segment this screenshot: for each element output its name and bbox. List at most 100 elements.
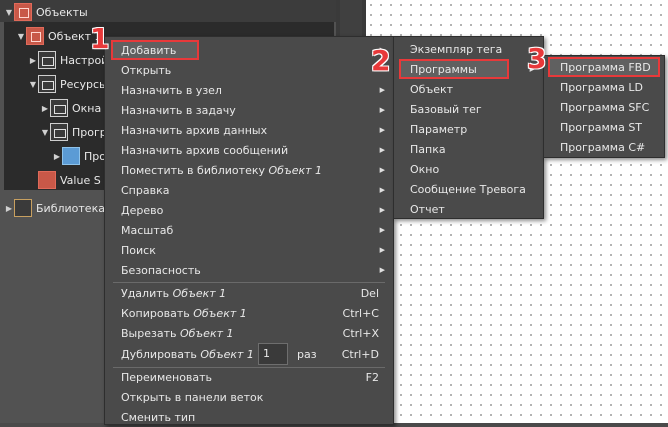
menu-item-program-fbd[interactable]: Программа FBD xyxy=(544,57,664,77)
step-callout-3: 3 xyxy=(527,42,547,75)
tree-node-label: Объекты xyxy=(36,5,88,19)
menu-item-alarm-message[interactable]: Сообщение Тревога xyxy=(394,179,543,199)
menu-item-label: Безопасность xyxy=(121,263,201,277)
menu-item-tree[interactable]: Дерево ▶ xyxy=(105,200,393,220)
menu-item-label: Параметр xyxy=(410,122,468,136)
tree-node-library[interactable]: ▶ Библиотека xyxy=(4,198,105,218)
menu-item-help[interactable]: Справка ▶ xyxy=(105,180,393,200)
menu-item-label: Масштаб xyxy=(121,223,174,237)
menu-item-parameter[interactable]: Параметр xyxy=(394,119,543,139)
menu-item-label: Программы xyxy=(410,62,477,76)
menu-item-label: Вырезать xyxy=(121,326,177,340)
expand-arrow-icon[interactable]: ▼ xyxy=(40,128,50,137)
menu-item-put-to-library[interactable]: Поместить в библиотеку Объект 1 ▶ xyxy=(105,160,393,180)
step-callout-2: 2 xyxy=(371,44,391,77)
menu-item-search[interactable]: Поиск ▶ xyxy=(105,240,393,260)
expand-arrow-icon[interactable]: ▶ xyxy=(28,56,38,65)
tree-node-root[interactable]: ▼ Объекты xyxy=(4,2,88,22)
menu-item-assign-node[interactable]: Назначить в узел ▶ xyxy=(105,80,393,100)
submenu-arrow-icon: ▶ xyxy=(379,186,385,194)
menu-item-object: Объект 1 xyxy=(268,163,323,177)
expand-arrow-icon[interactable]: ▶ xyxy=(52,152,62,161)
programs-submenu: Программа FBD Программа LD Программа SFC… xyxy=(543,55,665,158)
menu-item-label: Дублировать xyxy=(121,347,197,361)
folder-icon xyxy=(38,75,56,93)
menu-item-programs[interactable]: Программы ▶ xyxy=(394,59,543,79)
tree-node-label: Value S xyxy=(60,173,101,187)
menu-item-label: Переименовать xyxy=(121,370,213,384)
folder-icon xyxy=(38,51,56,69)
duplicate-count-suffix: раз xyxy=(297,347,317,361)
menu-item-label: Папка xyxy=(410,142,446,156)
menu-item-shortcut: F2 xyxy=(365,370,379,384)
expand-arrow-icon[interactable]: ▼ xyxy=(28,80,38,89)
context-menu: Добавить ▶ Открыть Назначить в узел ▶ Назн… xyxy=(104,36,394,425)
tree-node-object1[interactable]: ▼ Объект 1 xyxy=(16,26,102,46)
library-icon xyxy=(14,199,32,217)
menu-item-assign-message-archive[interactable]: Назначить архив сообщений ▶ xyxy=(105,140,393,160)
folder-icon xyxy=(50,123,68,141)
menu-item-open-in-branch-panel[interactable]: Открыть в панели веток xyxy=(105,387,393,407)
menu-item-label: Добавить xyxy=(121,43,177,57)
menu-item-copy[interactable]: Копировать Объект 1 Ctrl+C xyxy=(105,303,393,323)
tree-node-label: Библиотека xyxy=(36,201,105,215)
menu-item-assign-task[interactable]: Назначить в задачу ▶ xyxy=(105,100,393,120)
step-callout-1: 1 xyxy=(90,22,110,55)
submenu-arrow-icon: ▶ xyxy=(379,246,385,254)
menu-item-shortcut: Ctrl+C xyxy=(342,306,379,320)
menu-item-label: Поиск xyxy=(121,243,156,257)
menu-item-program-sfc[interactable]: Программа SFC xyxy=(544,97,664,117)
menu-item-add[interactable]: Добавить ▶ xyxy=(105,40,393,60)
expand-arrow-icon[interactable]: ▶ xyxy=(4,204,14,213)
tree-node-label: Ресурсы xyxy=(60,77,108,91)
menu-item-change-type[interactable]: Сменить тип xyxy=(105,407,393,427)
menu-item-folder[interactable]: Папка xyxy=(394,139,543,159)
menu-item-program-csharp[interactable]: Программа C# xyxy=(544,137,664,157)
tree-node-resources[interactable]: ▼ Ресурсы xyxy=(28,74,108,94)
menu-item-label: Программа FBD xyxy=(560,60,651,74)
menu-item-program-ld[interactable]: Программа LD xyxy=(544,77,664,97)
menu-item-label: Назначить архив сообщений xyxy=(121,143,289,157)
tree-node-windows[interactable]: ▶ Окна xyxy=(40,98,101,118)
menu-item-label: Открыть в панели веток xyxy=(121,390,264,404)
menu-item-label: Назначить в задачу xyxy=(121,103,236,117)
submenu-arrow-icon: ▶ xyxy=(379,146,385,154)
tree-node-value[interactable]: Value S xyxy=(28,170,101,190)
menu-item-security[interactable]: Безопасность ▶ xyxy=(105,260,393,280)
menu-item-label: Копировать xyxy=(121,306,190,320)
menu-item-label: Сообщение Тревога xyxy=(410,182,526,196)
program-icon xyxy=(62,147,80,165)
add-submenu: Экземпляр тега Программы ▶ Объект Базовый… xyxy=(393,36,544,219)
menu-item-open[interactable]: Открыть xyxy=(105,60,393,80)
menu-item-assign-data-archive[interactable]: Назначить архив данных ▶ xyxy=(105,120,393,140)
expand-arrow-icon[interactable]: ▶ xyxy=(40,104,50,113)
submenu-arrow-icon: ▶ xyxy=(379,106,385,114)
tree-node-label: Окна xyxy=(72,101,102,115)
menu-item-object: Объект 1 xyxy=(193,306,247,320)
menu-item-duplicate[interactable]: Дублировать Объект 1 1 раз Ctrl+D xyxy=(105,343,393,365)
expand-arrow-icon[interactable]: ▼ xyxy=(16,32,26,41)
menu-item-shortcut: Ctrl+D xyxy=(341,347,379,361)
menu-item-report[interactable]: Отчет xyxy=(394,199,543,219)
object-icon xyxy=(26,27,44,45)
menu-item-base-tag[interactable]: Базовый тег xyxy=(394,99,543,119)
menu-item-rename[interactable]: Переименовать F2 xyxy=(105,367,393,387)
menu-item-object[interactable]: Объект xyxy=(394,79,543,99)
menu-item-label: Базовый тег xyxy=(410,102,482,116)
menu-item-label: Назначить архив данных xyxy=(121,123,268,137)
menu-item-label: Сменить тип xyxy=(121,410,196,424)
menu-item-label: Справка xyxy=(121,183,170,197)
objects-icon xyxy=(14,3,32,21)
menu-item-tag-instance[interactable]: Экземпляр тега xyxy=(394,39,543,59)
menu-item-label: Назначить в узел xyxy=(121,83,222,97)
menu-item-delete[interactable]: Удалить Объект 1 Del xyxy=(105,283,393,303)
menu-item-label: Программа SFC xyxy=(560,100,650,114)
menu-item-window[interactable]: Окно xyxy=(394,159,543,179)
menu-item-program-st[interactable]: Программа ST xyxy=(544,117,664,137)
menu-item-cut[interactable]: Вырезать Объект 1 Ctrl+X xyxy=(105,323,393,343)
expand-arrow-icon[interactable]: ▼ xyxy=(4,8,14,17)
submenu-arrow-icon: ▶ xyxy=(379,206,385,214)
menu-item-label: Поместить в библиотеку xyxy=(121,163,265,177)
menu-item-scale[interactable]: Масштаб ▶ xyxy=(105,220,393,240)
duplicate-count-input[interactable]: 1 xyxy=(258,343,288,365)
